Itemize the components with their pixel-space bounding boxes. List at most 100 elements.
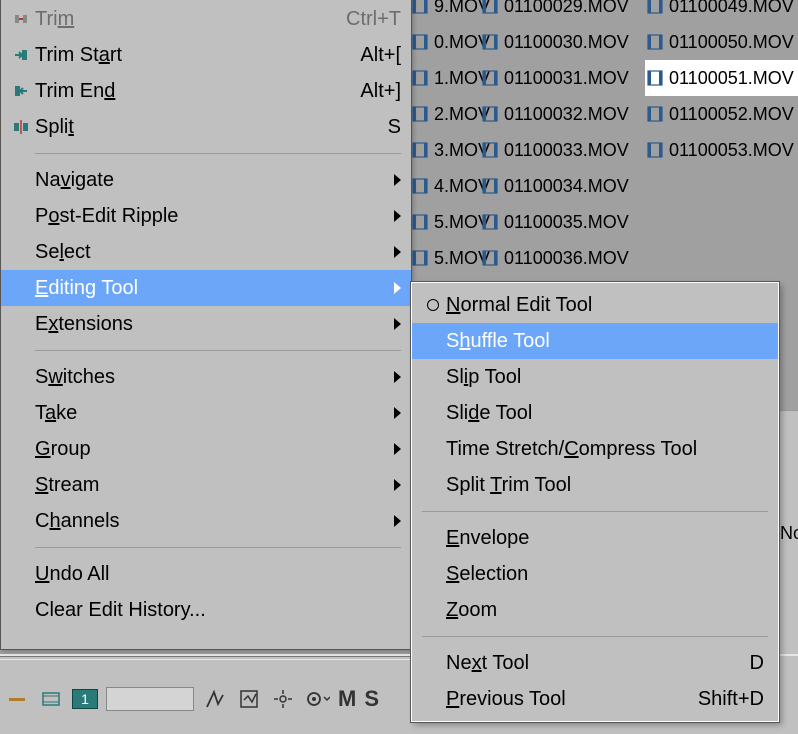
split-icon — [9, 118, 33, 136]
menu-shortcut: Alt+[ — [360, 44, 401, 67]
submenu-item-slide-tool[interactable]: Slide Tool — [412, 395, 778, 431]
file-item[interactable]: 01100034.MOV — [480, 168, 645, 204]
automation-icon[interactable] — [270, 686, 296, 712]
submenu-label: Envelope — [446, 527, 764, 550]
submenu-item-next-tool[interactable]: Next Tool D — [412, 645, 778, 681]
file-item[interactable]: 01100036.MOV — [480, 240, 645, 276]
panel-divider[interactable] — [0, 656, 410, 660]
menu-item-take[interactable]: Take — [1, 395, 411, 431]
menu-item-editing-tool[interactable]: Editing Tool — [1, 270, 411, 306]
menu-label: Trim End — [35, 80, 360, 103]
submenu-item-selection[interactable]: Selection — [412, 556, 778, 592]
track-name-field[interactable] — [106, 687, 194, 711]
track-number-badge[interactable]: 1 — [72, 689, 98, 709]
menu-item-split[interactable]: Split S — [1, 109, 411, 145]
menu-item-navigate[interactable]: Navigate — [1, 162, 411, 198]
file-name: 01100053.MOV — [669, 140, 794, 161]
file-item[interactable]: 01100030.MOV — [480, 24, 645, 60]
file-item[interactable]: 2.MOV — [410, 96, 480, 132]
submenu-label: Zoom — [446, 599, 764, 622]
menu-item-stream[interactable]: Stream — [1, 467, 411, 503]
menu-shortcut: S — [388, 116, 401, 139]
file-item[interactable]: 4.MOV — [410, 168, 480, 204]
gear-dropdown-icon[interactable] — [304, 686, 330, 712]
mute-button[interactable]: M — [338, 686, 356, 712]
menu-label: Select — [35, 241, 388, 264]
menu-label: Channels — [35, 510, 388, 533]
submenu-item-normal-edit-tool[interactable]: Normal Edit Tool — [412, 287, 778, 323]
file-item[interactable]: 01100031.MOV — [480, 60, 645, 96]
menu-label: Trim Start — [35, 44, 360, 67]
submenu-arrow-icon — [394, 443, 401, 455]
submenu-label: Time Stretch/Compress Tool — [446, 438, 764, 461]
trim-end-icon — [9, 82, 33, 100]
submenu-item-time-stretch-tool[interactable]: Time Stretch/Compress Tool — [412, 431, 778, 467]
menu-item-channels[interactable]: Channels — [1, 503, 411, 539]
submenu-item-zoom[interactable]: Zoom — [412, 592, 778, 628]
menu-separator — [35, 153, 401, 154]
submenu-label: Selection — [446, 563, 764, 586]
menu-label: Stream — [35, 474, 388, 497]
submenu-item-slip-tool[interactable]: Slip Tool — [412, 359, 778, 395]
menu-item-trim-start[interactable]: Trim Start Alt+[ — [1, 37, 411, 73]
track-fx-icon[interactable] — [236, 686, 262, 712]
submenu-item-shuffle-tool[interactable]: Shuffle Tool — [412, 323, 778, 359]
submenu-item-split-trim-tool[interactable]: Split Trim Tool — [412, 467, 778, 503]
submenu-label: Normal Edit Tool — [446, 294, 764, 317]
video-file-icon — [480, 32, 500, 52]
video-file-icon — [410, 0, 430, 16]
file-item[interactable]: 01100035.MOV — [480, 204, 645, 240]
file-item[interactable]: 5.MOV — [410, 240, 480, 276]
menu-separator — [35, 547, 401, 548]
file-item[interactable]: 01100050.MOV — [645, 24, 798, 60]
menu-item-select[interactable]: Select — [1, 234, 411, 270]
file-item[interactable]: 9.MOV — [410, 0, 480, 24]
file-item[interactable]: 3.MOV — [410, 132, 480, 168]
file-item[interactable]: 1.MOV — [410, 60, 480, 96]
file-name: 01100033.MOV — [504, 140, 629, 161]
submenu-item-previous-tool[interactable]: Previous Tool Shift+D — [412, 681, 778, 717]
menu-label: Clear Edit History... — [35, 599, 401, 622]
submenu-shortcut: D — [750, 652, 764, 675]
submenu-label: Split Trim Tool — [446, 474, 764, 497]
file-item-selected[interactable]: 01100051.MOV — [645, 60, 798, 96]
menu-item-post-edit-ripple[interactable]: Post-Edit Ripple — [1, 198, 411, 234]
bypass-fx-icon[interactable] — [202, 686, 228, 712]
video-file-icon — [480, 104, 500, 124]
file-name: 01100036.MOV — [504, 248, 629, 269]
video-file-icon — [410, 176, 430, 196]
menu-item-group[interactable]: Group — [1, 431, 411, 467]
menu-item-trim-end[interactable]: Trim End Alt+] — [1, 73, 411, 109]
file-item[interactable]: 01100033.MOV — [480, 132, 645, 168]
menu-label: Trim — [35, 8, 346, 31]
menu-item-clear-edit-history[interactable]: Clear Edit History... — [1, 592, 411, 628]
file-item[interactable]: 01100029.MOV — [480, 0, 645, 24]
menu-label: Take — [35, 402, 388, 425]
file-item[interactable]: 01100049.MOV — [645, 0, 798, 24]
track-filmstrip-icon[interactable] — [38, 686, 64, 712]
submenu-arrow-icon — [394, 318, 401, 330]
menu-item-extensions[interactable]: Extensions — [1, 306, 411, 342]
file-item[interactable]: 5.MOV — [410, 204, 480, 240]
file-item[interactable]: 0.MOV — [410, 24, 480, 60]
trim-start-icon — [9, 46, 33, 64]
submenu-item-envelope[interactable]: Envelope — [412, 520, 778, 556]
file-name: 01100030.MOV — [504, 32, 629, 53]
menu-item-undo-all[interactable]: Undo All — [1, 556, 411, 592]
track-minimize-icon[interactable] — [4, 686, 30, 712]
menu-item-switches[interactable]: Switches — [1, 359, 411, 395]
trim-icon — [9, 10, 33, 28]
video-file-icon — [410, 212, 430, 232]
video-file-icon — [410, 68, 430, 88]
menu-shortcut: Ctrl+T — [346, 8, 401, 31]
solo-button[interactable]: S — [364, 686, 379, 712]
file-item[interactable]: 01100053.MOV — [645, 132, 798, 168]
file-name: 01100032.MOV — [504, 104, 629, 125]
menu-item-trim[interactable]: Trim Ctrl+T — [1, 1, 411, 37]
file-item[interactable]: 01100032.MOV — [480, 96, 645, 132]
video-file-icon — [480, 0, 500, 16]
submenu-arrow-icon — [394, 371, 401, 383]
menu-separator — [35, 350, 401, 351]
file-item[interactable]: 01100052.MOV — [645, 96, 798, 132]
file-name: 01100051.MOV — [669, 68, 794, 89]
